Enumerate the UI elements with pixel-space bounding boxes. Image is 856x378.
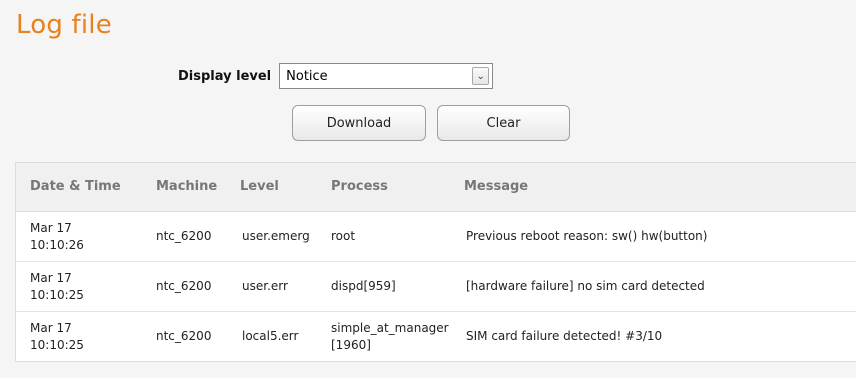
header-machine: Machine (156, 179, 218, 194)
cell-message: [hardware failure] no sim card detected (466, 279, 705, 293)
chevron-down-icon[interactable]: ⌄ (472, 67, 490, 85)
table-header: Date & Time Machine Level Process Messag… (16, 163, 856, 212)
display-level-select[interactable]: Notice ⌄ (279, 63, 494, 89)
table-row: Mar 17 10:10:26 ntc_6200 user.emerg root… (16, 212, 856, 262)
clear-button[interactable]: Clear (437, 105, 570, 141)
log-table: Date & Time Machine Level Process Messag… (15, 162, 856, 362)
display-level-label: Display level (178, 68, 272, 84)
display-level-row: Display level Notice ⌄ (178, 62, 494, 90)
cell-datetime: Mar 17 10:10:25 (30, 271, 84, 302)
page-title: Log file (16, 10, 112, 40)
cell-process: dispd[959] (331, 279, 396, 293)
cell-machine: ntc_6200 (156, 279, 212, 293)
cell-machine: ntc_6200 (156, 229, 212, 243)
header-datetime: Date & Time (30, 179, 121, 194)
header-process: Process (331, 179, 388, 194)
cell-machine: ntc_6200 (156, 329, 212, 343)
cell-datetime: Mar 17 10:10:26 (30, 221, 84, 252)
cell-message: Previous reboot reason: sw() hw(button) (466, 229, 708, 243)
cell-level: user.err (242, 279, 288, 293)
display-level-value: Notice (286, 68, 328, 84)
table-row: Mar 17 10:10:25 ntc_6200 local5.err simp… (16, 312, 856, 361)
header-message: Message (464, 179, 529, 194)
cell-message: SIM card failure detected! #3/10 (466, 329, 663, 343)
cell-level: local5.err (242, 329, 299, 343)
cell-datetime: Mar 17 10:10:25 (30, 321, 84, 352)
download-button[interactable]: Download (292, 105, 426, 141)
cell-level: user.emerg (242, 229, 310, 243)
cell-process: simple_at_manager[1960] (331, 321, 449, 352)
table-row: Mar 17 10:10:25 ntc_6200 user.err dispd[… (16, 262, 856, 312)
cell-process: root (331, 229, 356, 243)
header-level: Level (240, 179, 279, 194)
